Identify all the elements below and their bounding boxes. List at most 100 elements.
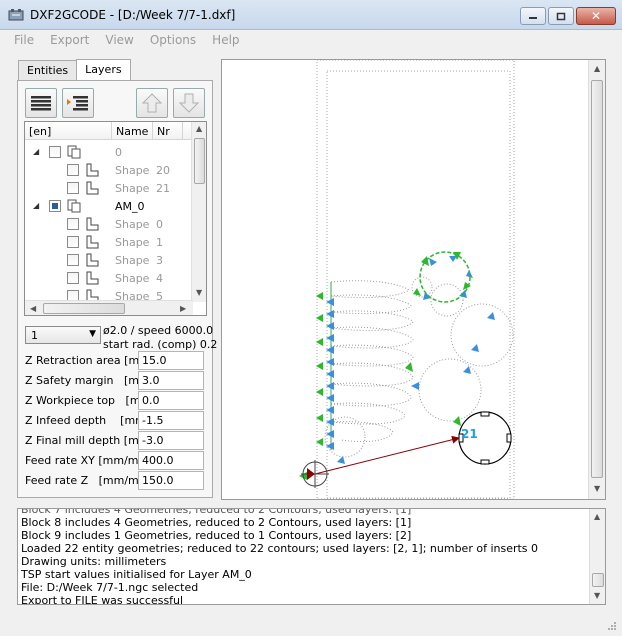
tree-row-layer-am0[interactable]: ◢ AM_0 <box>25 197 193 215</box>
expander-icon[interactable]: ◢ <box>33 201 39 210</box>
scroll-down-icon[interactable]: ▼ <box>594 591 600 600</box>
arrow-down-icon <box>178 93 200 113</box>
tab-layers[interactable]: Layers <box>76 59 131 80</box>
tree-row-shape[interactable]: Shape 20 <box>25 161 193 179</box>
row-nr: 1 <box>156 236 163 249</box>
param-label-infeed: Z Infeed depth [mm] <box>25 414 151 427</box>
menu-file[interactable]: File <box>6 30 42 50</box>
menu-export[interactable]: Export <box>42 30 97 50</box>
log-line: Export to FILE was successful <box>21 594 184 605</box>
stock-inner-outline <box>326 70 511 499</box>
tab-entities[interactable]: Entities <box>18 60 78 80</box>
row-nr: 20 <box>156 164 170 177</box>
scroll-right-icon[interactable]: ▶ <box>180 304 186 313</box>
maximize-button[interactable] <box>548 7 574 25</box>
shape-checkbox[interactable] <box>67 218 79 230</box>
scroll-thumb[interactable] <box>591 80 603 478</box>
param-label-final-depth: Z Final mill depth [mm] <box>25 434 154 447</box>
tree-row-shape[interactable]: Shape 4 <box>25 269 193 287</box>
safety-margin-field[interactable]: 3.0 <box>138 371 204 390</box>
shape-checkbox[interactable] <box>67 236 79 248</box>
tool-info-diameter: ø2.0 / speed 6000.0 <box>103 324 214 337</box>
layer-icon <box>67 145 81 159</box>
row-nr: 4 <box>156 272 163 285</box>
expander-icon[interactable]: ◢ <box>33 147 39 156</box>
move-down-button[interactable] <box>173 88 205 118</box>
workpiece-top-field[interactable]: 0.0 <box>138 391 204 410</box>
header-enabled[interactable]: [en] <box>29 125 51 138</box>
shape-checkbox[interactable] <box>67 254 79 266</box>
param-label-feed-xy: Feed rate XY [mm/min] <box>25 454 153 467</box>
infeed-depth-field[interactable]: -1.5 <box>138 411 204 430</box>
feed-rate-z-field[interactable]: 150.0 <box>138 471 204 490</box>
row-name: Shape <box>115 272 150 285</box>
shape-icon <box>86 181 99 195</box>
close-icon: ✕ <box>590 9 602 23</box>
arrow-up-icon <box>141 93 163 113</box>
collapse-all-button[interactable] <box>62 88 94 118</box>
origin-marker <box>301 460 329 488</box>
tree-horizontal-scrollbar[interactable]: ◀ ▶ <box>25 300 193 315</box>
tree-row-shape[interactable]: Shape 0 <box>25 215 193 233</box>
log-vertical-scrollbar[interactable]: ▲ ▼ <box>589 509 605 604</box>
tree-row-shape[interactable]: Shape 3 <box>25 251 193 269</box>
cad-drawing: 21 <box>299 60 515 499</box>
menu-options[interactable]: Options <box>142 30 204 50</box>
scroll-up-icon[interactable]: ▲ <box>594 512 600 521</box>
tool-select[interactable]: 1 ▼ <box>25 326 101 344</box>
shape-number-label: 21 <box>461 427 478 441</box>
shape-icon <box>86 253 99 267</box>
header-nr[interactable]: Nr <box>157 125 170 138</box>
tool-select-value: 1 <box>31 329 38 342</box>
shape-checkbox[interactable] <box>67 164 79 176</box>
tree-header: [en] Name Nr <box>25 122 193 140</box>
shape-checkbox[interactable] <box>67 182 79 194</box>
tree-row-shape[interactable]: Shape 1 <box>25 233 193 251</box>
maximize-icon <box>556 12 566 20</box>
message-log[interactable]: Block 7 includes 4 Geometries, reduced t… <box>17 508 606 605</box>
tool-info-start-radius: start rad. (comp) 0.2 <box>103 338 218 351</box>
minimize-icon <box>529 17 537 19</box>
minimize-button[interactable] <box>520 7 546 25</box>
tree-row-layer-0[interactable]: ◢ 0 <box>25 143 193 161</box>
final-mill-depth-field[interactable]: -3.0 <box>138 431 204 450</box>
scroll-thumb[interactable] <box>194 138 205 184</box>
indent-list-icon <box>67 96 88 111</box>
expand-all-button[interactable] <box>25 88 57 118</box>
move-up-button[interactable] <box>136 88 168 118</box>
header-name[interactable]: Name <box>116 125 148 138</box>
layers-tree[interactable]: [en] Name Nr ◢ 0 Shape 20 Shape 21 ◢ AM_… <box>24 121 207 316</box>
log-line: TSP start values initialised for Layer A… <box>21 568 252 581</box>
close-button[interactable]: ✕ <box>576 7 616 25</box>
shape-icon <box>86 163 99 177</box>
row-name: 0 <box>115 146 122 159</box>
scroll-down-icon[interactable]: ▼ <box>196 288 202 297</box>
param-label-retraction: Z Retraction area [mm] <box>25 354 154 367</box>
rapid-move-line <box>314 435 460 475</box>
scroll-up-icon[interactable]: ▲ <box>594 64 600 73</box>
scroll-left-icon[interactable]: ◀ <box>30 304 36 313</box>
menu-view[interactable]: View <box>97 30 141 50</box>
retraction-area-field[interactable]: 15.0 <box>138 351 204 370</box>
app-icon <box>8 9 24 21</box>
circle-contours <box>324 276 514 458</box>
shape-icon <box>86 235 99 249</box>
menu-help[interactable]: Help <box>204 30 247 50</box>
tree-vertical-scrollbar[interactable]: ▲ ▼ <box>191 122 206 302</box>
resize-grip-icon[interactable] <box>606 620 618 632</box>
feed-rate-xy-field[interactable]: 400.0 <box>138 451 204 470</box>
log-line: Block 9 includes 1 Geometries, reduced t… <box>21 529 412 542</box>
row-nr: 0 <box>156 218 163 231</box>
scroll-down-icon[interactable]: ▼ <box>594 484 600 493</box>
layer-checkbox[interactable] <box>49 200 61 212</box>
scroll-up-icon[interactable]: ▲ <box>196 124 202 133</box>
row-nr: 21 <box>156 182 170 195</box>
menu-bar: File Export View Options Help <box>0 30 622 50</box>
tree-row-shape[interactable]: Shape 21 <box>25 179 193 197</box>
canvas-vertical-scrollbar[interactable]: ▲ ▼ <box>588 60 605 499</box>
layer-checkbox[interactable] <box>49 146 61 158</box>
drawing-canvas[interactable]: 21 <box>221 59 606 500</box>
scroll-thumb[interactable] <box>592 573 604 587</box>
shape-checkbox[interactable] <box>67 272 79 284</box>
scroll-thumb[interactable] <box>43 303 125 314</box>
